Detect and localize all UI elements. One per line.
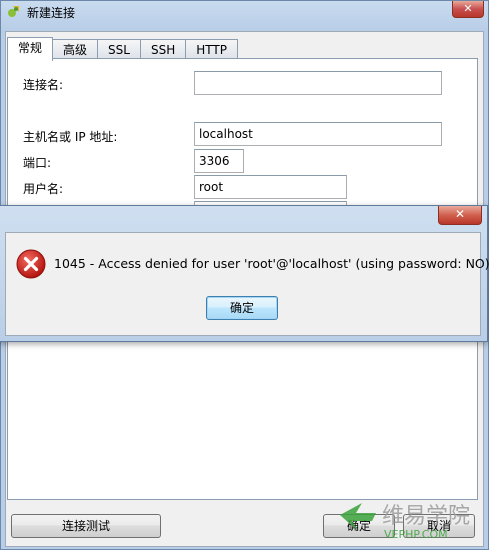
watermark-cn: 维易学院 bbox=[382, 504, 470, 529]
navicat-app-icon bbox=[8, 6, 19, 17]
tab-general[interactable]: 常规 bbox=[7, 37, 54, 61]
error-dialog-close-button[interactable]: ✕ bbox=[438, 206, 482, 225]
username-input[interactable]: root bbox=[194, 175, 347, 199]
port-input[interactable]: 3306 bbox=[194, 149, 244, 173]
tab-ssh[interactable]: SSH bbox=[139, 39, 187, 59]
connection-name-label: 连接名: bbox=[23, 78, 64, 92]
tab-ssl[interactable]: SSL bbox=[97, 39, 141, 59]
tab-advanced[interactable]: 高级 bbox=[52, 39, 99, 59]
host-label: 主机名或 IP 地址: bbox=[23, 130, 118, 144]
error-ok-button[interactable]: 确定 bbox=[206, 296, 278, 320]
watermark-en: VEPHP.COM bbox=[384, 528, 448, 541]
error-dialog-body: 1045 - Access denied for user 'root'@'lo… bbox=[5, 232, 489, 336]
test-connection-button[interactable]: 连接测试 bbox=[11, 514, 161, 538]
error-icon bbox=[16, 249, 46, 279]
error-message: 1045 - Access denied for user 'root'@'lo… bbox=[54, 256, 489, 271]
window-close-button[interactable]: ✕ bbox=[452, 1, 484, 18]
tab-http[interactable]: HTTP bbox=[185, 39, 238, 59]
connection-name-input[interactable] bbox=[194, 71, 442, 95]
port-label: 端口: bbox=[23, 156, 52, 170]
title-bar: 新建连接 ✕ bbox=[1, 1, 488, 23]
tab-strip: 常规 高级 SSL SSH HTTP bbox=[7, 37, 238, 61]
watermark-logo: 维易学院 VEPHP.COM bbox=[340, 503, 470, 541]
window-title: 新建连接 bbox=[27, 6, 76, 20]
host-input[interactable]: localhost bbox=[194, 122, 442, 146]
error-dialog: ✕ 1045 - Access denied for user 'root'@'… bbox=[0, 205, 489, 342]
username-label: 用户名: bbox=[23, 182, 64, 196]
